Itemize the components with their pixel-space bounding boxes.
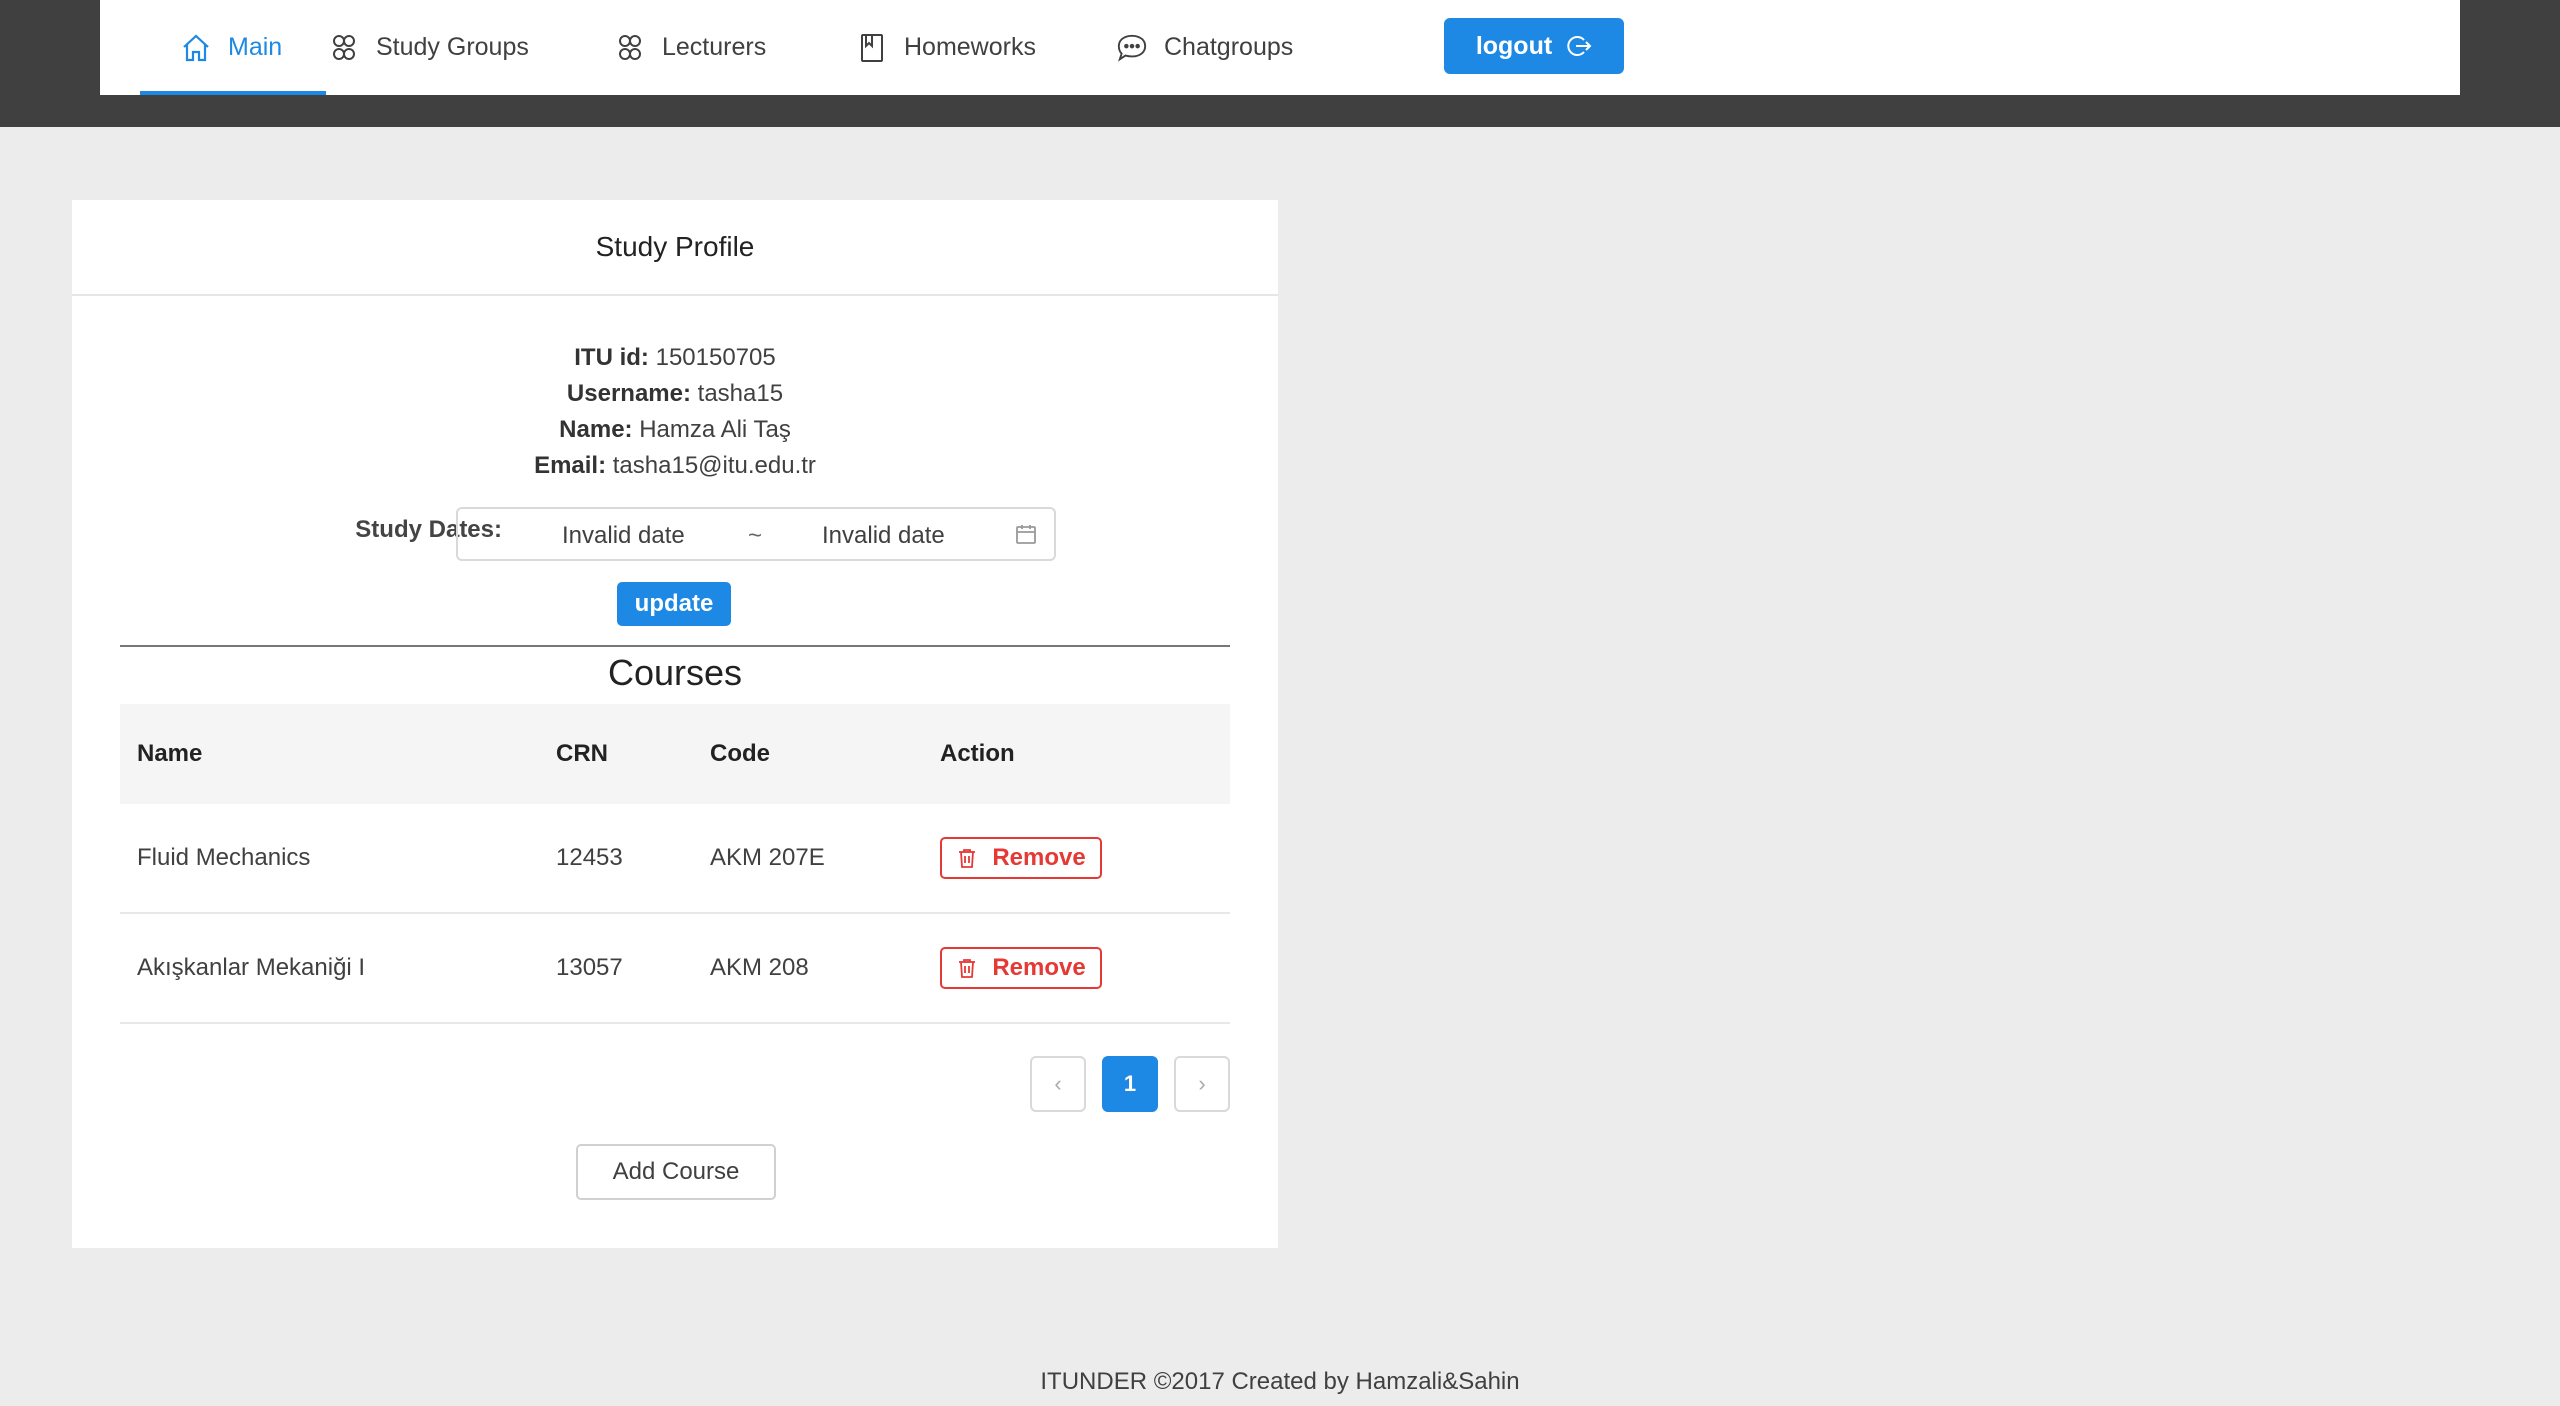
group-icon [328,32,360,64]
column-header-code: Code [710,740,770,767]
course-name: Fluid Mechanics [137,844,311,871]
nav-item-study-groups[interactable]: Study Groups [328,0,529,95]
book-icon [856,32,888,64]
username-label: Username: [566,380,691,407]
group-icon [614,32,646,64]
nav-item-label: Main [228,33,283,61]
pagination-page-1[interactable]: 1 [1102,1056,1158,1112]
logout-label: logout [1475,31,1553,60]
trash-icon [956,957,978,979]
name-label: Name: [559,416,633,443]
itu-id-line: ITU id: 150150705 [72,340,1278,376]
course-crn: 13057 [556,954,623,981]
column-header-crn: CRN [556,740,608,767]
itu-id-label: ITU id: [574,344,649,371]
name-line: Name: Hamza Ali Taş [72,412,1278,448]
courses-table: Name CRN Code Action Fluid Mechanics 124… [120,704,1230,1024]
name-value: Hamza Ali Taş [639,416,791,443]
course-crn: 12453 [556,844,623,871]
remove-course-button[interactable]: Remove [940,947,1102,989]
table-row: Akışkanlar Mekaniği I 13057 AKM 208 Remo… [120,914,1230,1024]
profile-info: ITU id: 150150705 Username: tasha15 Name… [72,340,1278,484]
course-code: AKM 207E [710,844,825,871]
column-header-action: Action [940,740,1015,767]
nav-item-label: Lecturers [662,33,767,61]
nav-item-lecturers[interactable]: Lecturers [614,0,766,95]
section-divider [120,645,1230,647]
calendar-icon [1014,522,1038,546]
top-nav-menu: Main Study Groups Lecturers Homeworks Ch… [100,0,2460,95]
remove-course-button[interactable]: Remove [940,837,1102,879]
table-header: Name CRN Code Action [120,704,1230,804]
card-title: Study Profile [72,200,1278,296]
remove-label: Remove [992,844,1086,871]
column-header-name: Name [137,740,203,767]
study-profile-card: Study Profile ITU id: 150150705 Username… [72,200,1278,1248]
study-dates-picker[interactable]: Invalid date ~ Invalid date [456,507,1056,561]
email-value: tasha15@itu.edu.tr [612,452,816,479]
remove-label: Remove [992,954,1086,981]
header-bar: Main Study Groups Lecturers Homeworks Ch… [0,0,2560,127]
logout-icon [1566,33,1592,59]
table-row: Fluid Mechanics 12453 AKM 207E Remove [120,804,1230,914]
logout-button[interactable]: logout [1444,18,1624,74]
nav-item-homeworks[interactable]: Homeworks [856,0,1036,95]
pagination-next-button[interactable]: › [1174,1056,1230,1112]
course-name: Akışkanlar Mekaniği I [137,954,366,981]
nav-item-main[interactable]: Main [140,0,326,95]
nav-item-label: Homeworks [904,33,1036,61]
start-date-input[interactable]: Invalid date [562,522,685,550]
trash-icon [956,847,978,869]
courses-title: Courses [607,652,743,693]
end-date-input[interactable]: Invalid date [822,522,945,550]
chat-icon [1116,32,1148,64]
course-code: AKM 208 [710,954,809,981]
nav-item-label: Study Groups [376,33,529,61]
nav-item-label: Chatgroups [1164,33,1294,61]
footer-text: ITUNDER ©2017 Created by Hamzali&Sahin [1040,1368,1520,1395]
email-line: Email: tasha15@itu.edu.tr [72,448,1278,484]
username-value: tasha15 [697,380,784,407]
add-course-button[interactable]: Add Course [576,1144,776,1200]
update-button[interactable]: update [617,582,731,626]
itu-id-value: 150150705 [655,344,776,371]
date-separator: ~ [748,522,763,549]
nav-item-chatgroups[interactable]: Chatgroups [1116,0,1293,95]
pagination-prev-button[interactable]: ‹ [1030,1056,1086,1112]
home-icon [180,32,212,64]
username-line: Username: tasha15 [72,376,1278,412]
email-label: Email: [534,452,607,479]
